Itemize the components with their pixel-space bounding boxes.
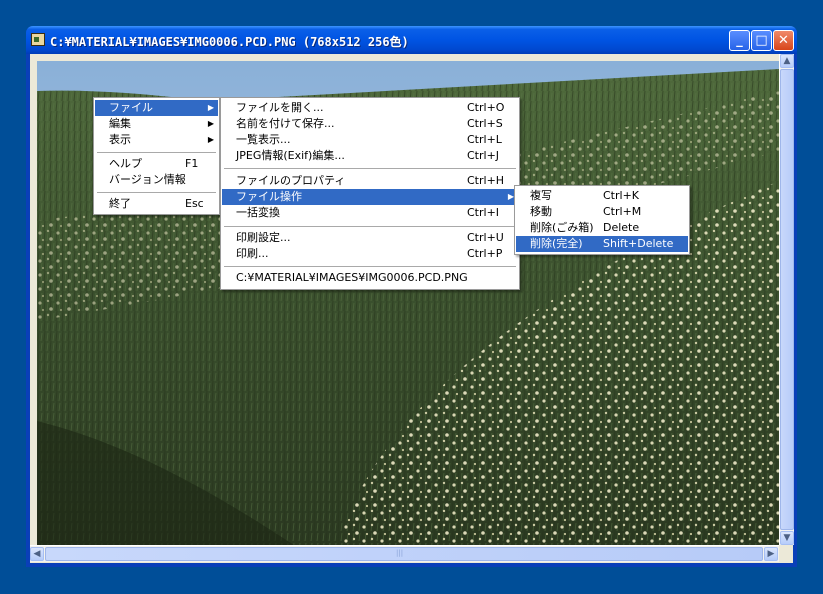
window-title: C:¥MATERIAL¥IMAGES¥IMG0006.PCD.PNG (768x… — [50, 35, 409, 49]
menu-item-view[interactable]: 表示 ▶ — [95, 132, 218, 148]
file-submenu: ファイルを開く... Ctrl+O 名前を付けて保存... Ctrl+S 一覧表… — [220, 97, 520, 290]
scroll-corner — [779, 545, 793, 561]
menu-separator — [224, 168, 516, 169]
menu-separator — [97, 152, 216, 153]
submenu-arrow-icon: ▶ — [207, 135, 214, 144]
horizontal-scroll-thumb[interactable]: ||| — [45, 547, 763, 561]
menu-item-edit[interactable]: 編集 ▶ — [95, 116, 218, 132]
horizontal-scrollbar[interactable]: ◀ ||| ▶ — [30, 545, 779, 562]
file-operations-submenu: 複写 Ctrl+K 移動 Ctrl+M 削除(ごみ箱) Delete 削除(完全… — [514, 185, 690, 255]
menu-item-move[interactable]: 移動 Ctrl+M — [516, 204, 688, 220]
scroll-left-button[interactable]: ◀ — [30, 547, 44, 561]
title-bar[interactable]: C:¥MATERIAL¥IMAGES¥IMG0006.PCD.PNG (768x… — [26, 26, 797, 54]
scroll-up-button[interactable]: ▲ — [780, 54, 794, 68]
menu-item-recent-file[interactable]: C:¥MATERIAL¥IMAGES¥IMG0006.PCD.PNG — [222, 270, 518, 286]
menu-item-delete-to-trash[interactable]: 削除(ごみ箱) Delete — [516, 220, 688, 236]
vertical-scroll-thumb[interactable] — [780, 69, 794, 530]
image-viewer-window: C:¥MATERIAL¥IMAGES¥IMG0006.PCD.PNG (768x… — [26, 26, 797, 567]
menu-item-save-as[interactable]: 名前を付けて保存... Ctrl+S — [222, 116, 518, 132]
menu-item-file-operations[interactable]: ファイル操作 ▶ — [222, 189, 518, 205]
scroll-right-button[interactable]: ▶ — [764, 547, 778, 561]
menu-item-jpeg-exif[interactable]: JPEG情報(Exif)編集... Ctrl+J — [222, 148, 518, 164]
minimize-button[interactable]: _ — [729, 30, 750, 51]
maximize-button[interactable]: □ — [751, 30, 772, 51]
menu-item-print-settings[interactable]: 印刷設定... Ctrl+U — [222, 230, 518, 246]
menu-item-print[interactable]: 印刷... Ctrl+P — [222, 246, 518, 262]
menu-separator — [224, 266, 516, 267]
context-menu: ファイル ▶ 編集 ▶ 表示 ▶ ヘルプ F1 バージョン情報 終了 Esc — [93, 97, 220, 215]
menu-separator — [224, 226, 516, 227]
app-icon[interactable] — [31, 33, 45, 46]
submenu-arrow-icon: ▶ — [207, 119, 214, 128]
scroll-grip-icon: ||| — [396, 549, 404, 557]
submenu-arrow-icon: ▶ — [207, 103, 214, 112]
scroll-down-button[interactable]: ▼ — [780, 531, 794, 545]
menu-item-list-view[interactable]: 一覧表示... Ctrl+L — [222, 132, 518, 148]
menu-item-file[interactable]: ファイル ▶ — [95, 100, 218, 116]
menu-item-version[interactable]: バージョン情報 — [95, 172, 218, 188]
menu-item-help[interactable]: ヘルプ F1 — [95, 156, 218, 172]
menu-item-open[interactable]: ファイルを開く... Ctrl+O — [222, 100, 518, 116]
close-button[interactable]: ✕ — [773, 30, 794, 51]
menu-item-file-properties[interactable]: ファイルのプロパティ Ctrl+H — [222, 173, 518, 189]
menu-item-delete-permanently[interactable]: 削除(完全) Shift+Delete — [516, 236, 688, 252]
client-area: ファイル ▶ 編集 ▶ 表示 ▶ ヘルプ F1 バージョン情報 終了 Esc フ… — [30, 54, 794, 563]
image-viewport[interactable]: ファイル ▶ 編集 ▶ 表示 ▶ ヘルプ F1 バージョン情報 終了 Esc フ… — [37, 61, 779, 547]
menu-item-exit[interactable]: 終了 Esc — [95, 196, 218, 212]
vertical-scrollbar[interactable]: ▲ ▼ — [779, 54, 794, 545]
menu-separator — [97, 192, 216, 193]
menu-item-copy[interactable]: 複写 Ctrl+K — [516, 188, 688, 204]
menu-item-batch-convert[interactable]: 一括変換 Ctrl+I — [222, 205, 518, 221]
